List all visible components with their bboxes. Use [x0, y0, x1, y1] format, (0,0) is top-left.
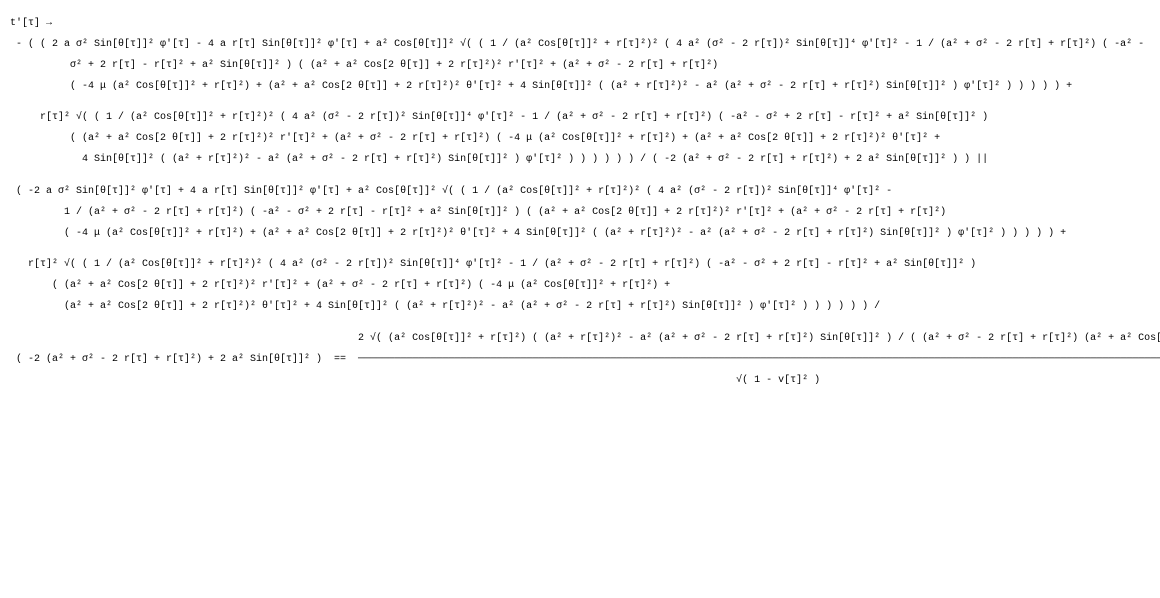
line-7: 4 Sin[θ[τ]]² ( (a² + r[τ]²)² - a² (a² + … [10, 155, 1150, 166]
line-1: - ( ( 2 a σ² Sin[θ[τ]]² φ'[τ] - 4 a r[τ]… [10, 40, 1150, 51]
line-5: r[τ]² √( ( 1 / (a² Cos[θ[τ]]² + r[τ]²)² … [10, 113, 1150, 124]
line-3: ( -4 μ (a² Cos[θ[τ]]² + r[τ]²) + (a² + a… [10, 82, 1150, 93]
line-14: ( (a² + a² Cos[2 θ[τ]] + 2 r[τ]²)² r'[τ]… [10, 281, 1150, 292]
line-10: 1 / (a² + σ² - 2 r[τ] + r[τ]²) ( -a² - σ… [10, 208, 1150, 219]
line-6: ( (a² + a² Cos[2 θ[τ]] + 2 r[τ]²)² r'[τ]… [10, 134, 1150, 145]
line-2: σ² + 2 r[τ] - r[τ]² + a² Sin[θ[τ]]² ) ( … [10, 61, 1150, 72]
line-13: r[τ]² √( ( 1 / (a² Cos[θ[τ]]² + r[τ]²)² … [10, 260, 1150, 271]
line-19: √( 1 - v[τ]² ) [10, 376, 1150, 387]
equation-document: t'[τ] → - ( ( 2 a σ² Sin[θ[τ]]² φ'[τ] - … [0, 0, 1160, 598]
line-15: (a² + a² Cos[2 θ[τ]] + 2 r[τ]²)² θ'[τ]² … [10, 302, 1150, 313]
line-18: ( -2 (a² + σ² - 2 r[τ] + r[τ]²) + 2 a² S… [10, 355, 1150, 366]
line-9: ( -2 a σ² Sin[θ[τ]]² φ'[τ] + 4 a r[τ] Si… [10, 187, 1150, 198]
line-11: ( -4 μ (a² Cos[θ[τ]]² + r[τ]²) + (a² + a… [10, 229, 1150, 240]
line-17: 2 √( (a² Cos[θ[τ]]² + r[τ]²) ( (a² + r[τ… [10, 334, 1150, 345]
line-0: t'[τ] → [10, 19, 1150, 30]
